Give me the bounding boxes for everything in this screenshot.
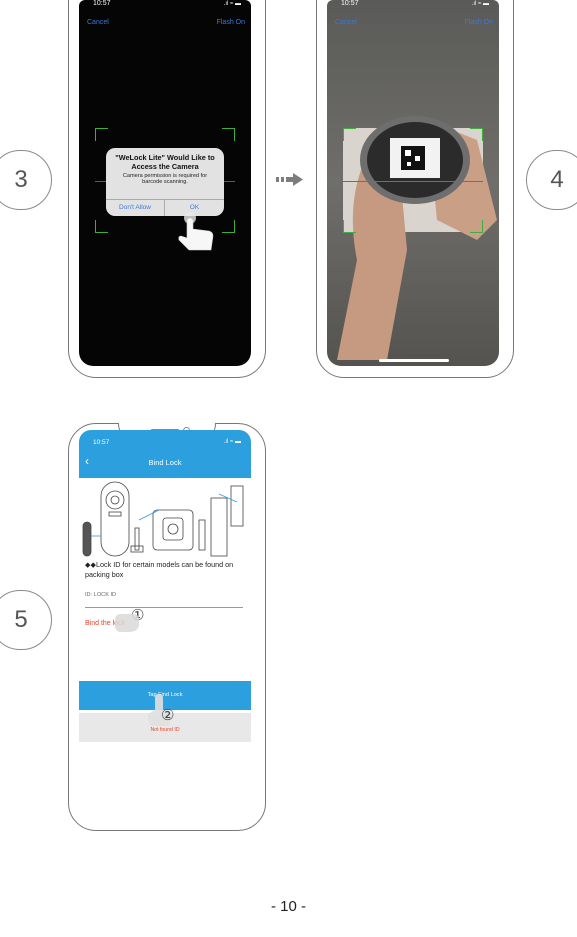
scan-frame-corner (343, 220, 356, 233)
lock-id-label: ID: LOCK ID (85, 592, 117, 598)
dialog-title: "WeLock Lite" Would Like to Access the C… (115, 153, 215, 171)
status-time: 10:57 (341, 0, 359, 7)
app-header (79, 430, 251, 478)
scan-frame-corner (470, 128, 483, 141)
step-2-badge: ② (161, 707, 175, 724)
status-time: 10:57 (93, 439, 110, 446)
scan-frame-corner (95, 220, 108, 233)
lock-id-input-line[interactable] (85, 607, 243, 608)
cancel-button[interactable]: Cancel (335, 19, 357, 26)
scan-frame-corner (470, 220, 483, 233)
scanner-screen-step-4: 10:57 .ıl ≈ ▬ Cancel Flash On (327, 0, 499, 366)
status-time: 10:57 (93, 0, 111, 7)
dialog-message: Camera permission is required for barcod… (122, 172, 208, 186)
scan-frame-corner (222, 128, 235, 141)
scanner-screen-step-3: 10:57 .ıl ≈ ▬ Cancel Flash On "WeLock Li… (79, 0, 251, 366)
status-icons: .ıl ≈ ▬ (223, 1, 241, 7)
flash-button[interactable]: Flash On (217, 19, 245, 26)
status-icons: .ıl ≈ ▬ (471, 1, 489, 7)
scan-frame-corner (343, 128, 356, 141)
page-number: - 10 - (270, 898, 306, 915)
hand-pointer-icon (178, 212, 214, 251)
bind-lock-screen: 10:57 .ıl ≈ ▬ ‹ Bind Lock ◆◆Lock ID for … (79, 430, 251, 820)
lock-models-illustration (82, 481, 244, 557)
step-5-marker: 5 (0, 590, 52, 650)
scan-frame-corner (95, 128, 108, 141)
arrow-right-icon (276, 173, 303, 186)
step-3-marker: 3 (0, 150, 52, 210)
flash-button[interactable]: Flash On (465, 19, 493, 26)
step-5-number: 5 (14, 606, 28, 633)
step-3-number: 3 (14, 166, 28, 193)
home-indicator (379, 359, 449, 362)
status-icons: .ıl ≈ ▬ (223, 439, 241, 445)
step-4-number: 4 (550, 166, 564, 193)
cancel-button[interactable]: Cancel (87, 19, 109, 26)
page-title: Bind Lock (148, 458, 182, 467)
lock-id-note: ◆◆Lock ID for certain models can be foun… (85, 560, 234, 579)
step-4-marker: 4 (526, 150, 577, 210)
permission-dialog: "WeLock Lite" Would Like to Access the C… (106, 148, 224, 216)
dont-allow-button[interactable]: Don't Allow (106, 199, 165, 216)
scan-frame-corner (222, 220, 235, 233)
scan-line (343, 181, 483, 182)
hand-pointer-icon (115, 614, 139, 632)
